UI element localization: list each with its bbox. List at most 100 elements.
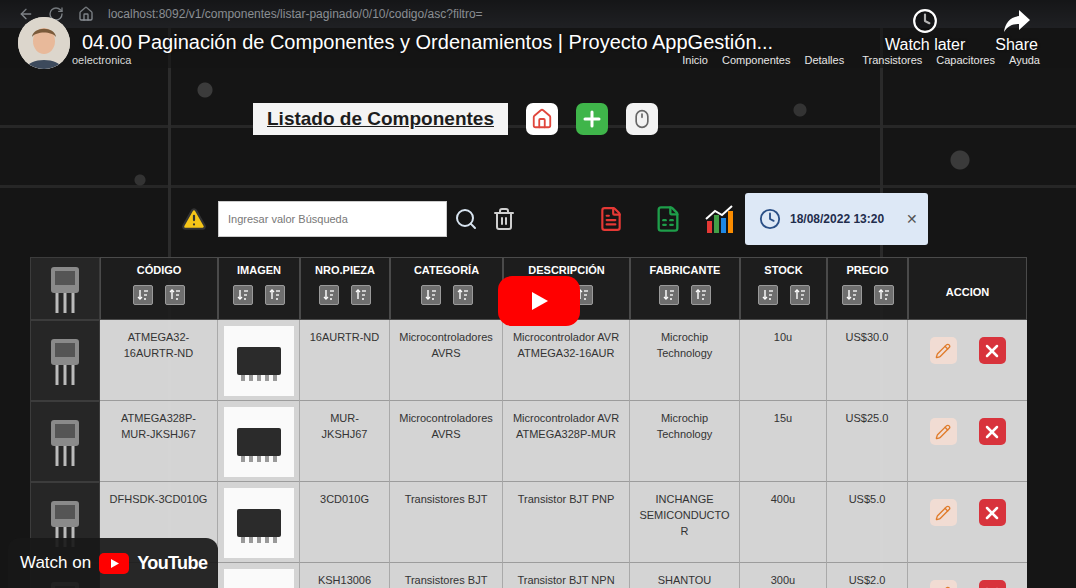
search-button[interactable] [450,207,482,231]
action-cell [908,320,1027,401]
sort-asc-button[interactable] [421,285,441,305]
edit-button[interactable] [930,499,957,526]
sort-asc-button[interactable] [319,285,339,305]
excel-button[interactable] [653,205,683,233]
video-title[interactable]: 04.00 Paginación de Componentes y Ordena… [82,30,773,54]
nav-link[interactable]: Ayuda [1009,54,1040,66]
image-cell [218,320,300,401]
pencil-icon [935,343,951,359]
descripcion-cell: Transistor BJT NPN [503,563,630,588]
play-button[interactable] [498,276,580,326]
delete-button[interactable] [979,499,1006,526]
sort-desc-button[interactable] [691,285,711,305]
thumb-header [30,257,100,320]
delete-button[interactable] [979,418,1006,445]
nav-more: Transistores Capacitores Ayuda [862,54,1040,66]
toolbar: 18/08/2022 13:20 ✕ [0,193,1076,245]
pencil-icon [935,505,951,521]
share-icon[interactable] [1003,8,1031,34]
nro-pieza-cell: MUR-JKSHJ67 [300,401,390,482]
column-header: ACCION [908,257,1027,320]
search-input[interactable] [218,201,447,237]
column-header: CÓDIGO [100,257,218,320]
sort-buttons [319,285,371,305]
nav-link[interactable]: Componentes [722,54,791,66]
sort-asc-button[interactable] [842,285,862,305]
clock-icon [912,8,938,34]
sort-icon [695,289,707,301]
channel-avatar[interactable] [18,17,70,69]
app-brand[interactable]: oelectronica [72,54,682,66]
sort-desc-button[interactable] [351,285,371,305]
nav-link[interactable]: Inicio [682,54,708,66]
date-text: 18/08/2022 13:20 [790,212,897,226]
nav-link[interactable]: Transistores [862,54,922,66]
sort-buttons [842,285,894,305]
excel-icon [654,205,682,233]
x-icon [982,341,1002,361]
sort-desc-button[interactable] [790,285,810,305]
sort-desc-button[interactable] [874,285,894,305]
chart-button[interactable] [703,203,735,235]
column-label: ACCION [946,286,989,298]
categoria-cell: Transistores BJT [390,563,503,588]
chart-icon[interactable] [703,203,735,235]
nro-pieza-cell: 3CD010G [300,482,390,563]
video-player[interactable]: localhost:8092/v1/componentes/listar-pag… [0,0,1076,588]
share-label: Share [995,36,1038,54]
action-cell [908,482,1027,563]
action-cell [908,401,1027,482]
column-label: PRECIO [846,264,888,276]
nro-pieza-cell: KSH13006 [300,563,390,588]
sort-icon [269,289,281,301]
home-button[interactable] [526,103,558,135]
fabricante-cell: Microchip Technology [630,320,740,401]
sort-asc-button[interactable] [758,285,778,305]
descripcion-cell: Transistor BJT PNP [503,482,630,563]
edit-button[interactable] [930,418,957,445]
delete-button[interactable] [979,337,1006,364]
mouse-button[interactable] [626,103,658,135]
sort-icon [457,289,469,301]
precio-cell: US$30.0 [827,320,908,401]
edit-button[interactable] [930,337,957,364]
date-close[interactable]: ✕ [906,211,918,227]
pdf-icon [598,205,624,233]
edit-button[interactable] [930,580,957,588]
watch-on-youtube[interactable]: Watch onYouTube [8,538,218,588]
stock-cell: 400u [740,482,827,563]
youtube-logo-icon [99,553,129,574]
youtube-brand: YouTube [137,553,207,574]
sort-desc-button[interactable] [453,285,473,305]
sort-asc-button[interactable] [659,285,679,305]
column-label: CÓDIGO [137,264,182,276]
clear-button[interactable] [490,207,518,231]
pencil-icon [935,586,951,588]
sort-asc-button[interactable] [233,285,253,305]
action-cell [908,563,1027,588]
watch-later-button[interactable]: Watch later [885,8,965,54]
sort-asc-button[interactable] [133,285,153,305]
sort-icon [355,289,367,301]
nav-link[interactable]: Capacitores [936,54,995,66]
date-box: 18/08/2022 13:20 ✕ [745,193,928,245]
categoria-cell: Microcontroladores AVRS [390,401,503,482]
warning [180,206,208,232]
codigo-cell: ATMEGA32-16AURTR-ND [100,320,218,401]
sort-icon [794,289,806,301]
house-icon [531,108,553,130]
pdf-button[interactable] [598,205,624,233]
sort-desc-button[interactable] [165,285,185,305]
add-button[interactable] [576,103,608,135]
warning-icon [181,206,207,232]
delete-button[interactable] [979,580,1006,588]
chip-photo-icon [231,420,287,464]
x-icon [982,503,1002,523]
nav-link[interactable]: Detalles [804,54,844,66]
page-heading: Listado de Componentes [253,103,508,135]
share-button[interactable]: Share [995,8,1038,54]
nav-main: Inicio Componentes Detalles [682,54,844,66]
product-photo [224,407,294,477]
column-label: IMAGEN [237,264,281,276]
sort-desc-button[interactable] [265,285,285,305]
